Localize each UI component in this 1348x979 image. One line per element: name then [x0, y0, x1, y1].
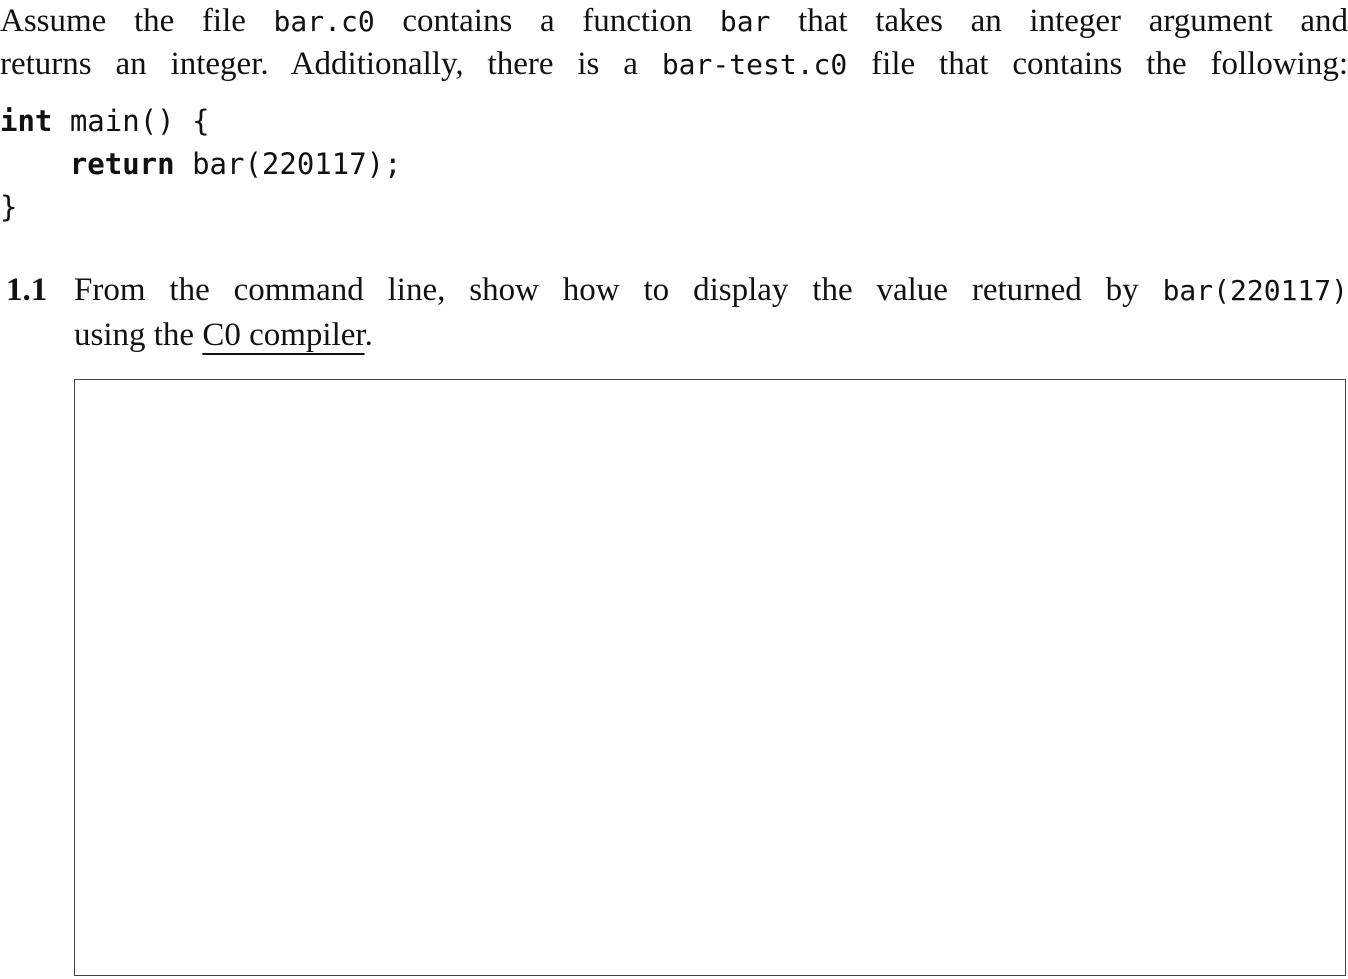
intro-line-1: Assume the file bar.c0 contains a functi… — [0, 0, 1348, 43]
intro-text: that takes an integer argument and — [770, 3, 1348, 39]
question-text-span: From the command line, show how to displ… — [74, 272, 1163, 308]
code-keyword: int — [0, 104, 53, 138]
question-line-2: using the C0 compiler. — [74, 313, 1348, 357]
code-line-2: return bar(220117); — [0, 143, 402, 186]
question-number: 1.1 — [6, 272, 48, 308]
intro-line-2: returns an integer. Additionally, there … — [0, 43, 1348, 86]
intro-text: returns an integer. Additionally, there … — [0, 46, 662, 82]
filename-bar-c0: bar.c0 — [273, 5, 375, 38]
intro-text: file that contains the following: — [847, 46, 1348, 82]
question-text: From the command line, show how to displ… — [74, 268, 1348, 357]
code-text: } — [0, 190, 18, 224]
question-line-1: From the command line, show how to displ… — [74, 268, 1348, 313]
code-line-1: int main() { — [0, 100, 402, 143]
code-block: int main() { return bar(220117);} — [0, 100, 402, 229]
intro-paragraph: Assume the file bar.c0 contains a functi… — [0, 0, 1348, 86]
question-text-span: . — [364, 317, 373, 353]
function-name-bar: bar — [719, 5, 771, 38]
code-text: main() { — [52, 104, 210, 138]
code-line-3: } — [0, 186, 402, 229]
c0-compiler-link[interactable]: C0 compiler — [202, 317, 364, 353]
filename-bar-test-c0: bar-test.c0 — [661, 48, 848, 81]
intro-text: Assume the file — [0, 3, 274, 39]
function-call-code: bar(220117) — [1162, 274, 1348, 307]
intro-text: contains a function — [374, 3, 720, 39]
question-text-span: using the — [74, 317, 203, 353]
answer-box[interactable] — [74, 379, 1346, 976]
code-keyword: return — [69, 147, 175, 181]
code-text: bar(220117); — [174, 147, 402, 181]
